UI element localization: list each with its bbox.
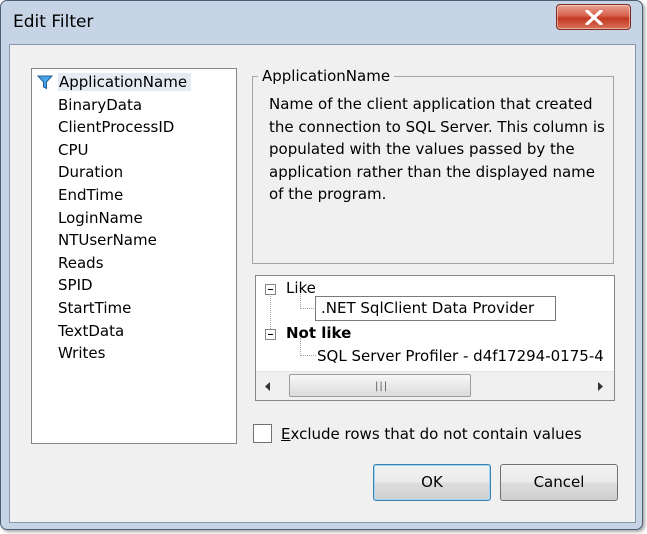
column-item[interactable]: Duration xyxy=(32,161,236,184)
column-item-label: Reads xyxy=(58,253,104,272)
scroll-grip: ||| xyxy=(375,381,389,392)
scroll-right-button[interactable] xyxy=(590,372,612,400)
column-item[interactable]: EndTime xyxy=(32,184,236,207)
collapse-like-toggle[interactable] xyxy=(265,284,276,295)
description-heading: ApplicationName xyxy=(258,67,395,85)
dialog-body: ApplicationName BinaryData ClientProcessID… xyxy=(9,44,636,523)
close-button[interactable] xyxy=(556,4,631,30)
column-item-label: SPID xyxy=(58,276,93,295)
cancel-button[interactable]: Cancel xyxy=(500,464,618,501)
column-item-label: Duration xyxy=(58,163,124,182)
column-item-label: NTUserName xyxy=(58,231,157,250)
filter-icon xyxy=(37,75,53,90)
arrow-right-icon xyxy=(598,382,603,391)
column-item[interactable]: BinaryData xyxy=(32,94,236,117)
title-bar[interactable]: Edit Filter xyxy=(1,1,642,41)
column-item[interactable]: NTUserName xyxy=(32,229,236,252)
exclude-rows-label[interactable]: Exclude rows that do not contain values xyxy=(281,425,582,443)
column-item-label: ApplicationName xyxy=(58,73,192,91)
column-item-label: BinaryData xyxy=(58,95,143,114)
description-text: Name of the client application that crea… xyxy=(269,95,605,203)
column-item[interactable]: LoginName xyxy=(32,207,236,230)
column-item-label: StartTime xyxy=(58,298,132,317)
window-title: Edit Filter xyxy=(13,12,94,32)
column-item[interactable]: StartTime xyxy=(32,297,236,320)
exclude-rows-checkbox[interactable] xyxy=(253,424,272,443)
column-item-label: EndTime xyxy=(58,185,124,204)
not-like-value[interactable]: SQL Server Profiler - d4f17294-0175-4 xyxy=(317,347,604,365)
not-like-label[interactable]: Not like xyxy=(286,324,351,342)
tree-connector xyxy=(300,308,314,309)
tree-connector xyxy=(270,290,271,333)
horizontal-scrollbar[interactable]: ||| xyxy=(256,371,614,400)
scroll-thumb[interactable]: ||| xyxy=(289,374,471,397)
filter-tree-content: Like .NET SqlClient Data Provider Not li… xyxy=(256,276,614,371)
column-item-label: LoginName xyxy=(58,208,143,227)
column-list[interactable]: ApplicationName BinaryData ClientProcessID… xyxy=(31,68,237,444)
column-item-label: CPU xyxy=(58,140,89,159)
ok-button[interactable]: OK xyxy=(373,464,491,501)
column-item[interactable]: ApplicationName xyxy=(32,71,236,94)
filter-tree[interactable]: Like .NET SqlClient Data Provider Not li… xyxy=(255,275,615,401)
scroll-left-button[interactable] xyxy=(258,372,280,400)
column-item[interactable]: ClientProcessID xyxy=(32,116,236,139)
collapse-not-like-toggle[interactable] xyxy=(265,329,276,340)
column-item[interactable]: Writes xyxy=(32,342,236,365)
like-label[interactable]: Like xyxy=(286,279,316,297)
column-item-label: ClientProcessID xyxy=(58,118,175,137)
close-icon xyxy=(585,10,603,25)
exclude-rows-text: xclude rows that do not contain values xyxy=(290,425,582,443)
column-item[interactable]: SPID xyxy=(32,274,236,297)
edit-filter-dialog: Edit Filter ApplicationName BinaryData Cli… xyxy=(0,0,643,530)
column-item[interactable]: Reads xyxy=(32,252,236,275)
tree-connector xyxy=(300,355,316,356)
arrow-left-icon xyxy=(265,382,270,391)
like-value-input[interactable]: .NET SqlClient Data Provider xyxy=(315,296,556,321)
column-item[interactable]: TextData xyxy=(32,320,236,343)
column-item[interactable]: CPU xyxy=(32,139,236,162)
column-item-label: TextData xyxy=(58,321,125,340)
column-item-label: Writes xyxy=(58,344,106,363)
